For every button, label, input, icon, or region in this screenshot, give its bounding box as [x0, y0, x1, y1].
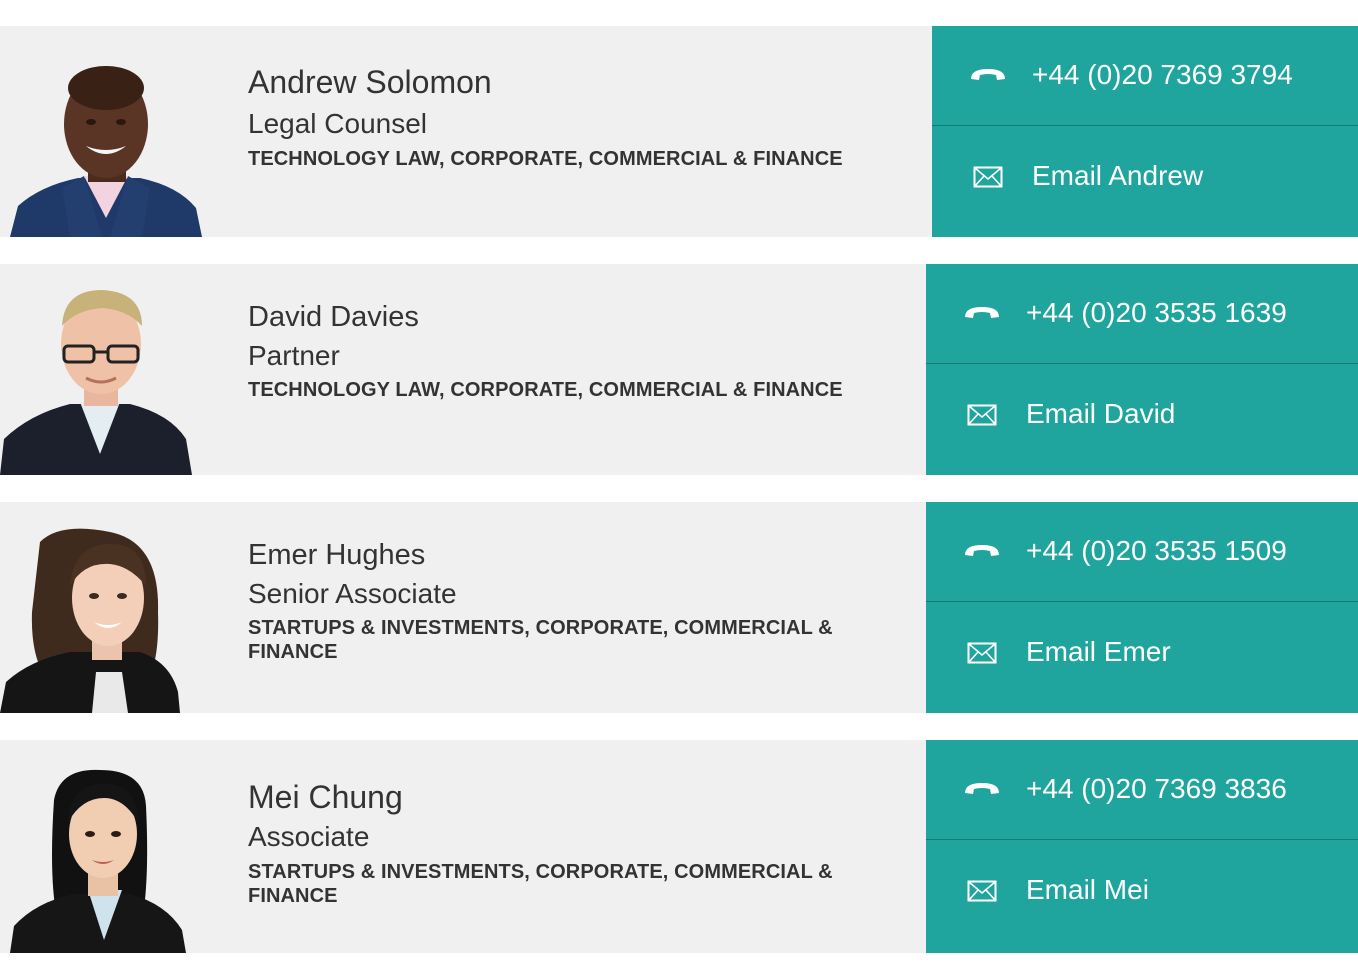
person-name: Emer Hughes: [248, 539, 426, 571]
person-card: Andrew Solomon Legal Counsel TECHNOLOGY …: [0, 26, 1358, 237]
phone-icon: [968, 60, 1008, 90]
person-role: Senior Associate: [248, 577, 457, 609]
person-info: Andrew Solomon Legal Counsel TECHNOLOGY …: [248, 63, 888, 171]
email-link[interactable]: Email Emer: [926, 602, 1358, 713]
phone-number[interactable]: +44 (0)20 3535 1509: [1026, 535, 1287, 567]
person-card: David Davies Partner TECHNOLOGY LAW, COR…: [0, 264, 1358, 475]
phone-link[interactable]: +44 (0)20 3535 1509: [926, 502, 1358, 601]
avatar: [0, 740, 210, 953]
avatar: [0, 26, 210, 237]
practice-areas: TECHNOLOGY LAW, CORPORATE, COMMERCIAL & …: [248, 379, 843, 402]
person-info: Mei Chung Associate STARTUPS & INVESTMEN…: [248, 778, 888, 908]
person-name: Andrew Solomon: [248, 64, 492, 100]
person-role: Partner: [248, 339, 340, 371]
practice-areas: STARTUPS & INVESTMENTS, CORPORATE, COMME…: [248, 860, 833, 907]
person-name: Mei Chung: [248, 779, 403, 815]
person-info: Emer Hughes Senior Associate STARTUPS & …: [248, 538, 888, 664]
email-link[interactable]: Email Mei: [926, 840, 1358, 951]
contact-panel: +44 (0)20 7369 3836 Email Mei: [926, 740, 1358, 953]
email-link[interactable]: Email Andrew: [932, 126, 1358, 237]
contact-panel: +44 (0)20 3535 1639 Email David: [926, 264, 1358, 475]
phone-icon: [962, 774, 1002, 804]
person-name: David Davies: [248, 301, 419, 333]
contact-panel: +44 (0)20 3535 1509 Email Emer: [926, 502, 1358, 713]
phone-icon: [962, 536, 1002, 566]
envelope-icon: [962, 400, 1002, 430]
practice-areas: TECHNOLOGY LAW, CORPORATE, COMMERCIAL & …: [248, 147, 843, 170]
practice-areas: STARTUPS & INVESTMENTS, CORPORATE, COMME…: [248, 617, 833, 664]
phone-link[interactable]: +44 (0)20 7369 3794: [932, 26, 1358, 125]
email-label[interactable]: Email Emer: [1026, 636, 1171, 668]
person-card: Mei Chung Associate STARTUPS & INVESTMEN…: [0, 740, 1358, 953]
avatar: [0, 502, 210, 713]
person-role: Associate: [248, 821, 370, 853]
phone-icon: [962, 298, 1002, 328]
envelope-icon: [968, 162, 1008, 192]
phone-number[interactable]: +44 (0)20 3535 1639: [1026, 297, 1287, 329]
email-label[interactable]: Email David: [1026, 398, 1175, 430]
envelope-icon: [962, 876, 1002, 906]
email-label[interactable]: Email Andrew: [1032, 160, 1203, 192]
contact-panel: +44 (0)20 7369 3794 Email Andrew: [932, 26, 1358, 237]
envelope-icon: [962, 638, 1002, 668]
person-card: Emer Hughes Senior Associate STARTUPS & …: [0, 502, 1358, 713]
person-info: David Davies Partner TECHNOLOGY LAW, COR…: [248, 300, 888, 402]
person-role: Legal Counsel: [248, 108, 428, 140]
phone-number[interactable]: +44 (0)20 7369 3794: [1032, 59, 1293, 91]
phone-number[interactable]: +44 (0)20 7369 3836: [1026, 773, 1287, 805]
phone-link[interactable]: +44 (0)20 7369 3836: [926, 740, 1358, 839]
avatar: [0, 264, 210, 475]
email-label[interactable]: Email Mei: [1026, 874, 1149, 906]
email-link[interactable]: Email David: [926, 364, 1358, 475]
phone-link[interactable]: +44 (0)20 3535 1639: [926, 264, 1358, 363]
